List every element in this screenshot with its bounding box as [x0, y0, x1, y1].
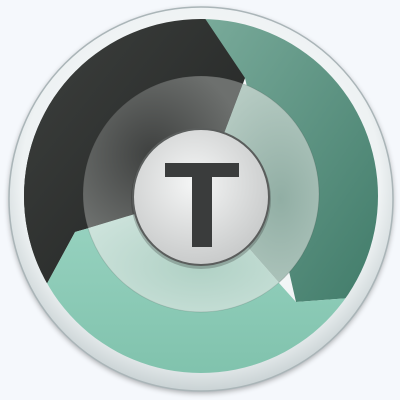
app-logo-icon: T [8, 6, 394, 392]
